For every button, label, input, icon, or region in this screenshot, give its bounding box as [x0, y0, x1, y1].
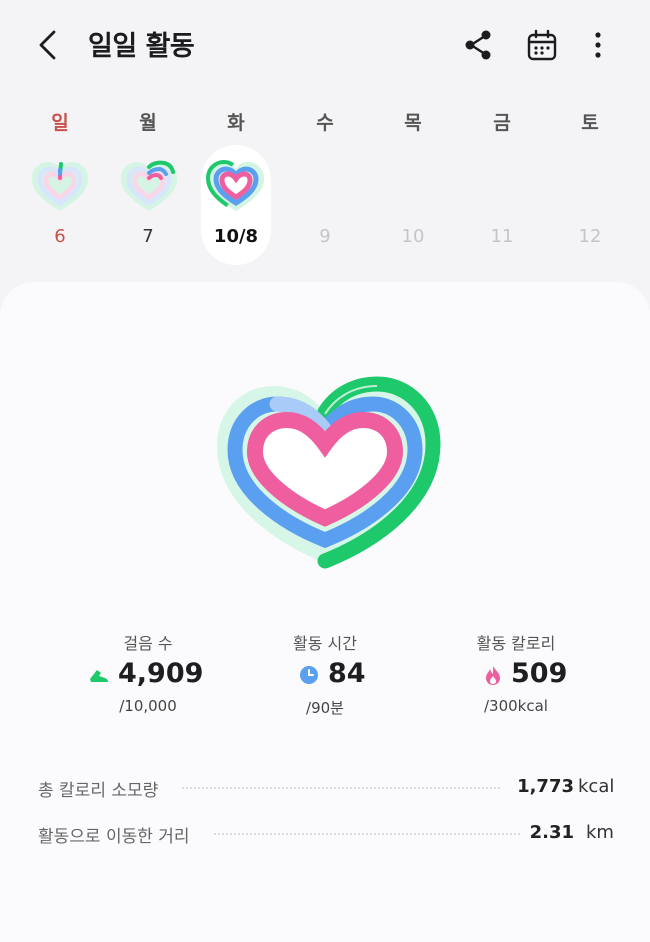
flame-icon	[486, 666, 500, 685]
date-10-8[interactable]: 10/8	[201, 226, 271, 247]
dotted-leader	[214, 833, 520, 835]
date-9[interactable]: 9	[290, 226, 360, 247]
day-7-activity-heart-icon[interactable]	[117, 155, 181, 219]
active-time-goal: /90분	[306, 699, 344, 717]
total-calories-unit: kcal	[578, 776, 615, 797]
dow-monday: 월	[139, 112, 157, 134]
total-calories-label: 총 칼로리 소모량	[38, 781, 159, 801]
dow-wednesday: 수	[316, 112, 334, 134]
date-7[interactable]: 7	[113, 226, 183, 247]
date-12[interactable]: 12	[555, 226, 625, 247]
distance-value: 2.31	[529, 822, 574, 843]
calories-value[interactable]: 509	[511, 658, 567, 689]
share-button[interactable]	[461, 26, 497, 64]
steps-label: 걸음 수	[123, 634, 173, 653]
distance-label: 활동으로 이동한 거리	[38, 827, 190, 847]
date-6[interactable]: 6	[25, 226, 95, 247]
dow-friday: 금	[493, 112, 511, 134]
shoe-icon	[90, 670, 108, 682]
dotted-leader	[182, 787, 500, 789]
distance-unit: km	[586, 822, 614, 843]
day-6-activity-heart-icon[interactable]	[28, 155, 92, 219]
activity-rings-heart	[217, 376, 441, 569]
calories-goal: /300kcal	[484, 697, 548, 715]
app-header: 일일 활동	[0, 0, 650, 90]
page-title: 일일 활동	[88, 31, 195, 62]
total-calories-value: 1,773	[517, 776, 574, 797]
calendar-button[interactable]	[524, 26, 560, 64]
clock-icon	[300, 666, 318, 684]
date-10[interactable]: 10	[378, 226, 448, 247]
more-options-button[interactable]	[580, 26, 616, 64]
calories-label: 활동 칼로리	[476, 634, 556, 653]
date-11[interactable]: 11	[467, 226, 537, 247]
chevron-left-icon	[39, 30, 56, 60]
dow-sunday: 일	[51, 112, 69, 134]
active-time-label: 활동 시간	[293, 634, 357, 653]
steps-goal: /10,000	[119, 697, 177, 715]
share-icon	[465, 30, 491, 60]
active-time-value[interactable]: 84	[328, 658, 366, 689]
dow-thursday: 목	[404, 112, 422, 134]
dow-saturday: 토	[581, 112, 599, 134]
calendar-icon	[527, 29, 557, 61]
more-vertical-icon	[595, 32, 601, 58]
back-button[interactable]	[30, 22, 70, 68]
dow-tuesday: 화	[227, 112, 245, 134]
steps-value[interactable]: 4,909	[118, 658, 203, 689]
day-8-activity-heart-icon[interactable]	[204, 155, 268, 219]
